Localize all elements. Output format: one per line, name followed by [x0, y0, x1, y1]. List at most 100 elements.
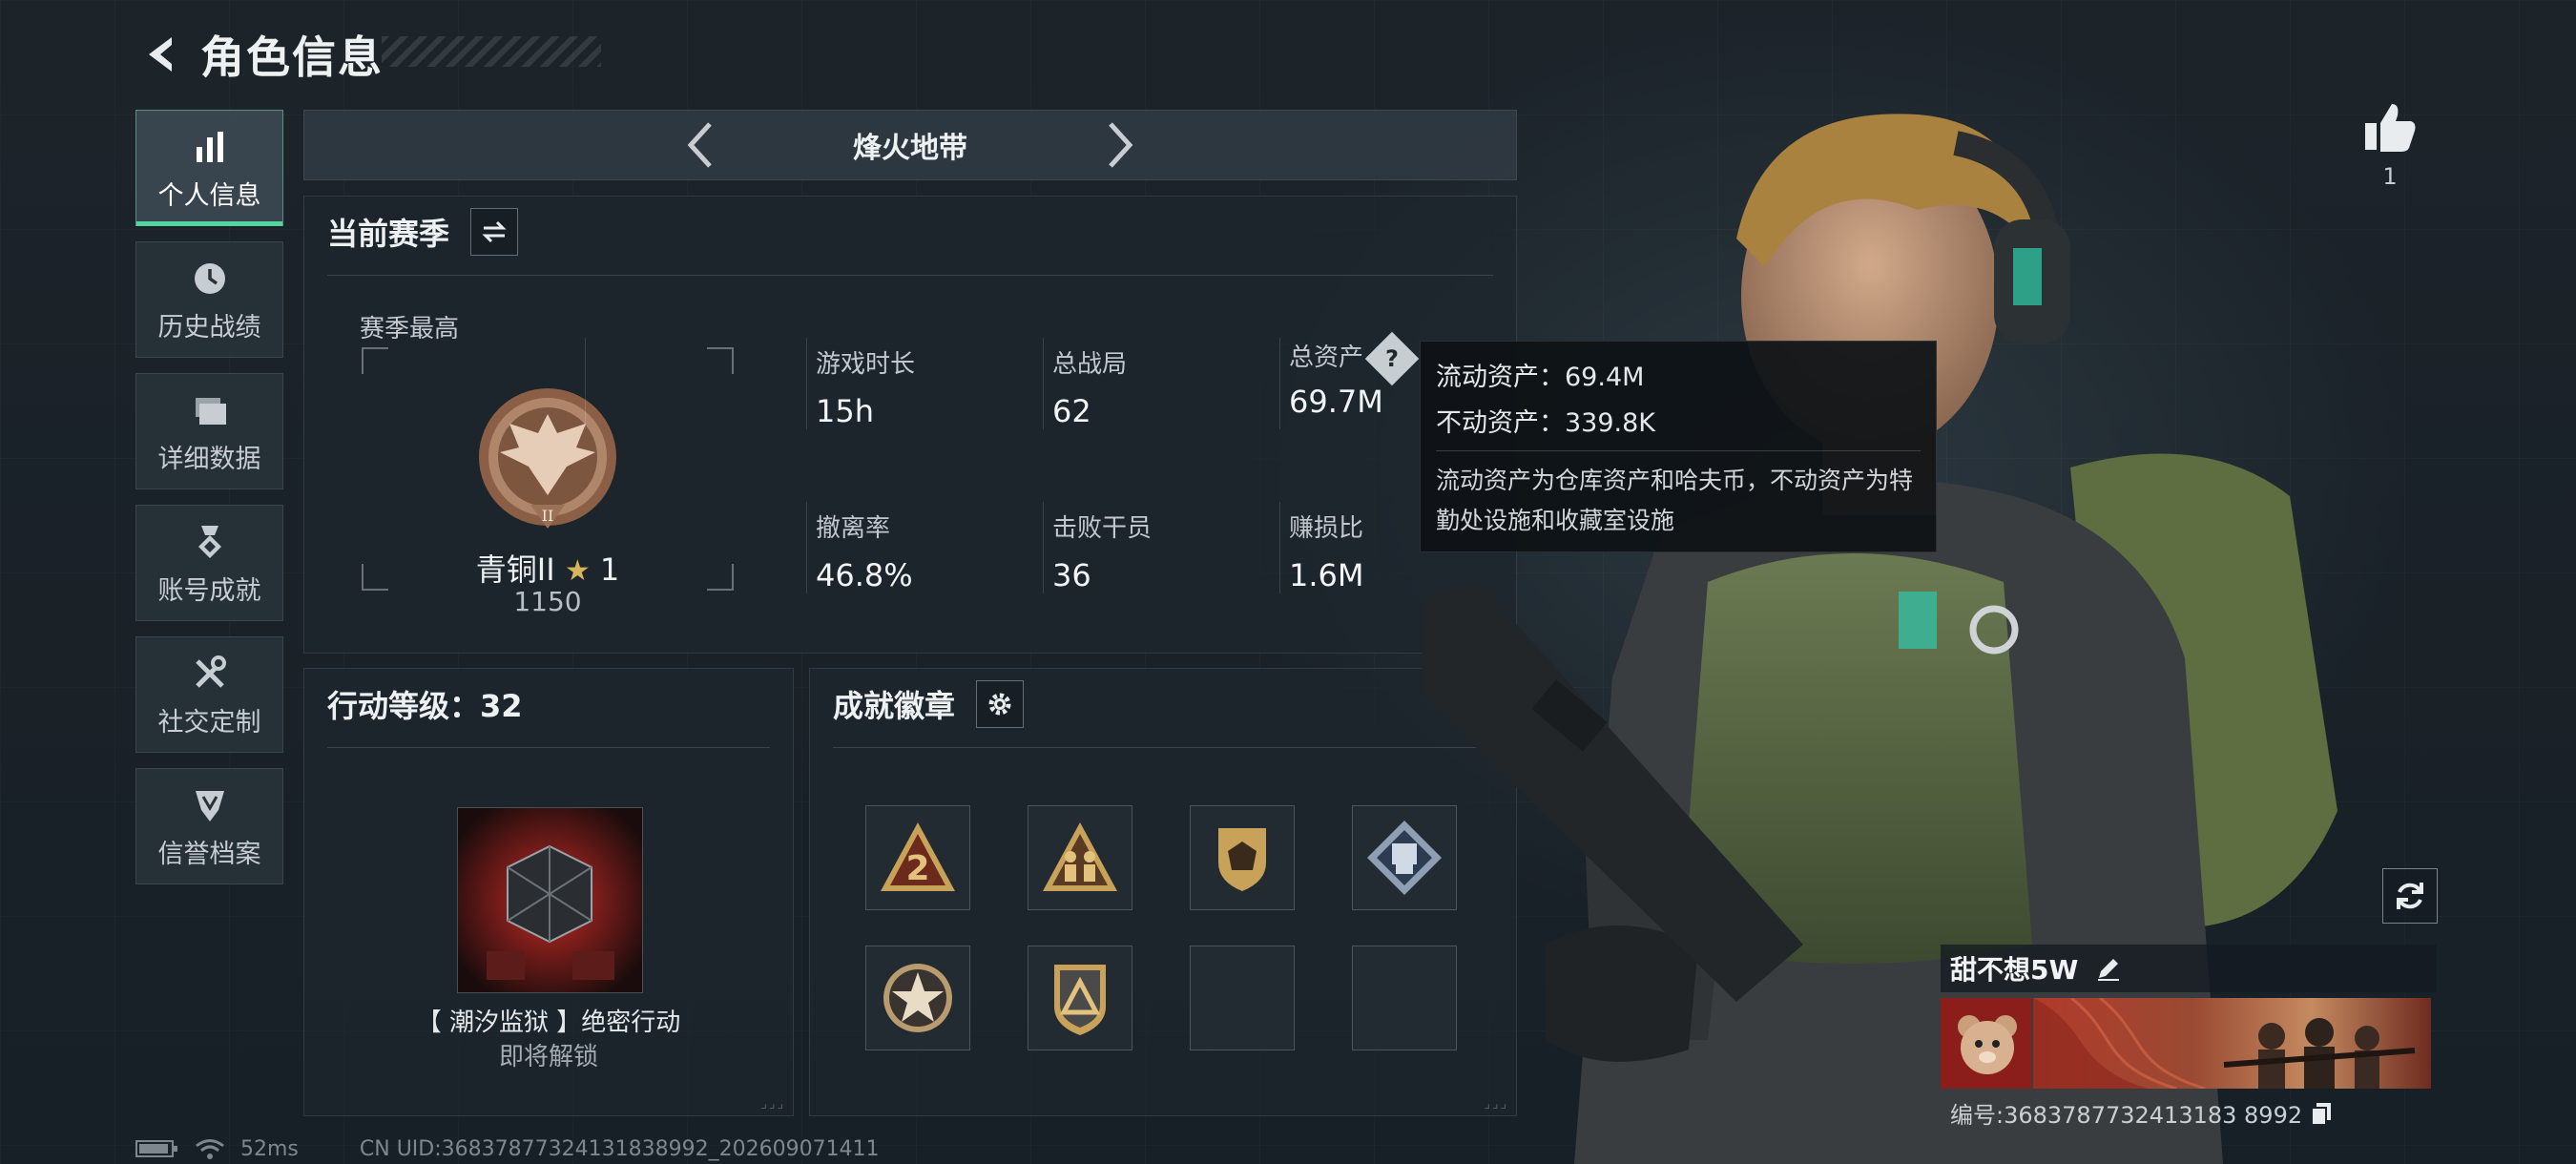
ping-text: 52ms	[240, 1136, 299, 1161]
refresh-button[interactable]	[2382, 868, 2438, 924]
operation-level-title: 行动等级：32	[327, 688, 523, 724]
like-count: 1	[2382, 163, 2398, 190]
chevron-right-icon	[1109, 122, 1133, 168]
divider	[1279, 502, 1280, 593]
sidebar-item-achievements[interactable]: 账号成就	[135, 505, 283, 621]
clock-icon	[188, 257, 232, 301]
triangle-shield-badge-icon	[1054, 965, 1106, 1035]
switch-season-button[interactable]	[470, 208, 519, 256]
uid-text: CN UID:36837877324131838992_202609071411	[359, 1136, 880, 1161]
sidebar-item-personal-info[interactable]: 个人信息	[135, 110, 283, 226]
edit-name-button[interactable]	[2095, 955, 2122, 982]
rank-score: 1150	[513, 586, 582, 617]
back-button[interactable]	[134, 26, 191, 83]
unlock-item-name: 【 潮汐监狱 】绝密行动	[416, 1008, 681, 1037]
previous-mode-button[interactable]	[672, 116, 729, 174]
unlock-item-card[interactable]	[457, 807, 643, 993]
season-panel: 当前赛季 赛季最高 II 青铜II ★ 1 1150 游戏时长 15h 总战局 …	[303, 196, 1517, 654]
player-name: 甜不想5W	[1950, 954, 2079, 986]
rank-display: II 青铜II ★ 1 1150	[362, 347, 734, 617]
player-name-row: 甜不想5W	[1941, 945, 2437, 992]
tooltip-description: 流动资产为仓库资产和哈夫币，不动资产为特勤处设施和收藏室设施	[1436, 467, 1914, 534]
squad-banner-image	[2033, 998, 2416, 1089]
player-banner[interactable]	[2033, 998, 2431, 1089]
divider	[585, 338, 586, 429]
next-mode-button[interactable]	[1091, 116, 1149, 174]
bar-chart-icon	[188, 125, 232, 169]
rank-name-text: 青铜II	[475, 551, 555, 588]
player-id: 编号:3683787732413183 8992	[1950, 1102, 2303, 1129]
stat-label: 游戏时长	[816, 350, 916, 379]
stat-label: 总战局	[1052, 350, 1128, 379]
sidebar-item-label: 社交定制	[157, 707, 261, 738]
badge-slot-3[interactable]	[1190, 805, 1295, 910]
player-card: 甜不想5W 编号:3683787732413183 8992	[1941, 945, 2437, 1130]
badges-title: 成就徽章	[833, 688, 956, 724]
divider	[1436, 450, 1921, 451]
wifi-icon	[196, 1139, 224, 1159]
divider	[833, 747, 1493, 748]
unlock-item-status: 即将解锁	[498, 1043, 598, 1071]
badge-settings-button[interactable]	[976, 680, 1025, 728]
asset-tooltip: 流动资产：69.4M 不动资产：339.8K 流动资产为仓库资产和哈夫币，不动资…	[1420, 341, 1937, 552]
stat-total-matches: 总战局 62	[1052, 344, 1272, 429]
sidebar-item-label: 详细数据	[157, 444, 261, 474]
soldiers-triangle-badge-icon	[1043, 822, 1117, 891]
badge-panel-header: 成就徽章	[810, 669, 1516, 739]
swap-icon	[482, 220, 507, 243]
panel-decoration: ⌟⌟⌟	[760, 1096, 785, 1112]
stat-value: 36	[1052, 557, 1091, 593]
divider	[1043, 338, 1044, 429]
copy-icon	[2311, 1102, 2332, 1126]
stat-value: 62	[1052, 393, 1091, 429]
sidebar-item-label: 账号成就	[157, 575, 261, 606]
divider	[806, 502, 807, 593]
sidebar-item-detailed-data[interactable]: 详细数据	[135, 373, 283, 489]
avatar[interactable]	[1941, 998, 2031, 1089]
page-header: 角色信息	[134, 21, 384, 88]
rank-name: 青铜II ★ 1	[362, 546, 734, 590]
liquid-assets-text: 流动资产：69.4M	[1436, 363, 1645, 392]
season-best-label: 赛季最高	[360, 315, 460, 343]
shield-icon	[188, 783, 232, 827]
mode-title: 烽火地带	[853, 132, 967, 165]
operation-level-panel: 行动等级：32 【 潮汐监狱 】绝密行动 即将解锁 ⌟⌟⌟	[303, 668, 794, 1116]
badge-slot-empty[interactable]	[1190, 946, 1295, 1050]
teddy-bear-avatar-icon	[1941, 998, 2031, 1089]
page-title: 角色信息	[200, 31, 384, 83]
copy-id-button[interactable]	[2310, 1101, 2333, 1126]
mode-selector: 烽火地带	[303, 110, 1517, 180]
pencil-icon	[2098, 959, 2120, 981]
prison-cube-image	[458, 808, 642, 992]
sidebar-item-history[interactable]: 历史战绩	[135, 241, 283, 358]
status-bar: 52ms CN UID:36837877324131838992_2026090…	[135, 1135, 880, 1162]
achievement-badges-panel: 成就徽章 2 ⌟⌟⌟	[809, 668, 1517, 1116]
character-info-screen: 角色信息 个人信息 历史战绩 详细数据 账号成就 社交定制 信誉档案 烽火地带 …	[0, 0, 2576, 1164]
badge-slot-2[interactable]	[1028, 805, 1132, 910]
badge-slot-6[interactable]	[1028, 946, 1132, 1050]
stat-extraction-rate: 撤离率 46.8%	[816, 509, 1035, 593]
badge-slot-1[interactable]: 2	[865, 805, 970, 910]
sidebar-item-social-custom[interactable]: 社交定制	[135, 636, 283, 753]
divider	[1279, 338, 1280, 429]
title-decoration	[382, 36, 601, 67]
divider	[806, 338, 807, 429]
sidebar: 个人信息 历史战绩 详细数据 账号成就 社交定制 信誉档案	[135, 110, 283, 900]
stat-value: 15h	[816, 393, 874, 429]
like-button[interactable]	[2357, 100, 2423, 157]
stat-label: 撤离率	[816, 514, 891, 543]
tools-icon	[188, 652, 232, 696]
gear-icon	[988, 693, 1011, 716]
player-id-row: 编号:3683787732413183 8992	[1941, 1096, 2437, 1130]
stat-operators-defeated: 击败干员 36	[1052, 509, 1272, 593]
fixed-assets-text: 不动资产：339.8K	[1436, 408, 1656, 438]
help-icon[interactable]: ?	[1364, 331, 1420, 385]
sidebar-item-credit-record[interactable]: 信誉档案	[135, 768, 283, 884]
badge-slot-5[interactable]	[865, 946, 970, 1050]
level-panel-header: 行动等级：32	[304, 669, 793, 739]
star-gear-badge-icon	[883, 964, 952, 1032]
stat-value: 46.8%	[816, 557, 913, 593]
sidebar-item-label: 个人信息	[157, 180, 261, 211]
refresh-icon	[2397, 883, 2423, 909]
season-title: 当前赛季	[327, 216, 450, 252]
